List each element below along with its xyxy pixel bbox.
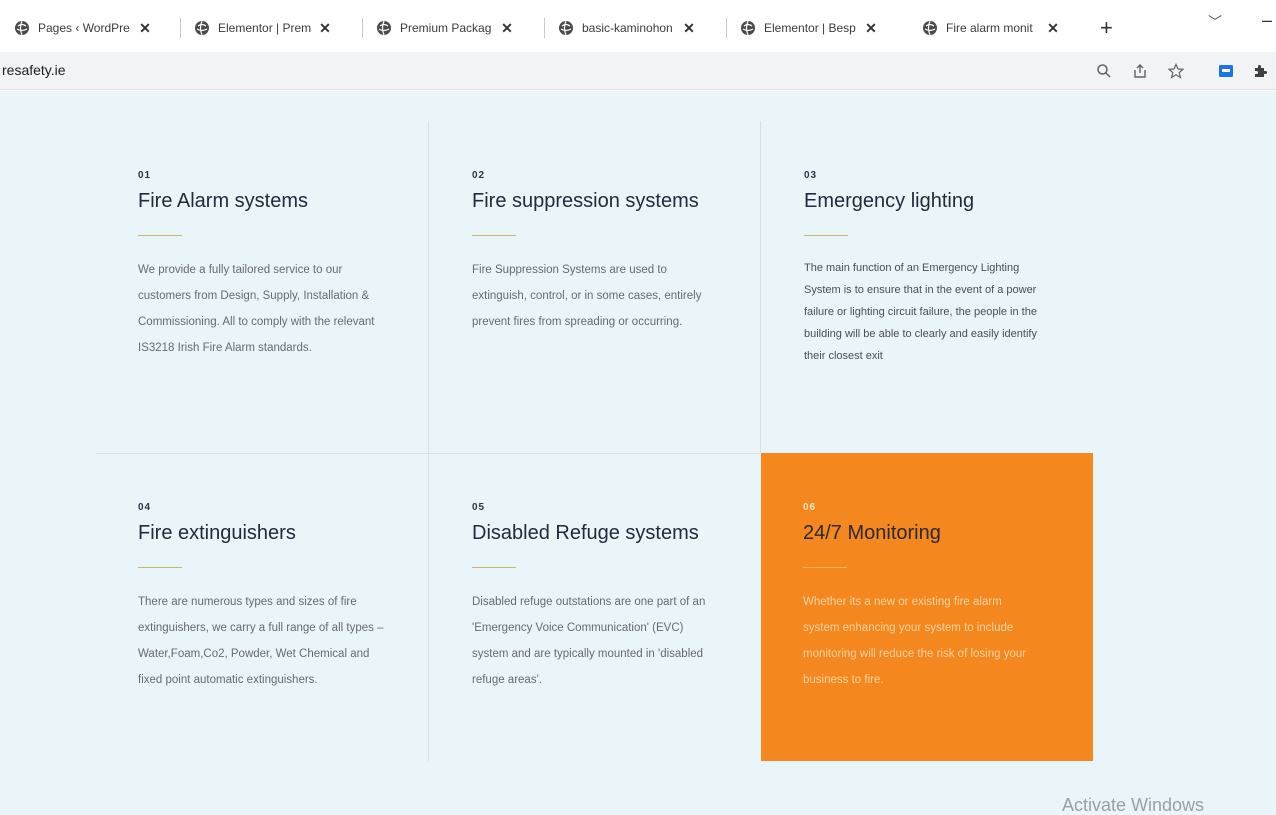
tab-separator bbox=[726, 18, 727, 38]
close-tab-icon[interactable]: ✕ bbox=[1045, 20, 1061, 36]
tab-separator bbox=[180, 18, 181, 38]
tab-strip: Pages ‹ WordPre ✕ Elementor | Prem ✕ Pre… bbox=[0, 0, 1276, 52]
service-description: Disabled refuge outstations are one part… bbox=[472, 596, 706, 686]
services-section: 01 Fire Alarm systems We provide a fully… bbox=[0, 91, 1276, 815]
service-number: 06 bbox=[803, 502, 817, 513]
service-title[interactable]: Disabled Refuge systems bbox=[472, 522, 699, 545]
service-number: 02 bbox=[472, 170, 486, 181]
service-description: The main function of an Emergency Lighti… bbox=[804, 262, 1037, 362]
tab-title: basic-kaminohon bbox=[582, 21, 673, 35]
title-underline bbox=[472, 567, 516, 568]
new-tab-button[interactable]: + bbox=[1100, 14, 1113, 42]
url-field[interactable]: resafety.ie bbox=[2, 62, 66, 78]
browser-tab-3[interactable]: Premium Packag ✕ bbox=[376, 14, 515, 42]
tab-separator bbox=[362, 18, 363, 38]
service-number: 05 bbox=[472, 502, 486, 513]
title-underline bbox=[138, 567, 182, 568]
share-icon[interactable] bbox=[1130, 61, 1150, 81]
service-card-monitoring: 06 24/7 Monitoring Whether its a new or … bbox=[761, 453, 1093, 761]
service-description: We provide a fully tailored service to o… bbox=[138, 264, 375, 354]
activate-windows-watermark: Activate Windows bbox=[1062, 795, 1205, 815]
title-underline bbox=[803, 567, 847, 568]
globe-icon bbox=[559, 20, 573, 36]
address-bar: resafety.ie bbox=[0, 52, 1276, 90]
service-title[interactable]: 24/7 Monitoring bbox=[803, 522, 941, 545]
tab-separator bbox=[544, 18, 545, 38]
service-card-emergency-lighting: 03 Emergency lighting The main function … bbox=[762, 146, 1094, 453]
close-tab-icon[interactable]: ✕ bbox=[317, 20, 333, 36]
tab-title: Elementor | Prem bbox=[218, 21, 312, 35]
service-description: Fire Suppression Systems are used to ext… bbox=[472, 264, 702, 328]
browser-tab-2[interactable]: Elementor | Prem ✕ bbox=[194, 14, 333, 42]
close-tab-icon[interactable]: ✕ bbox=[681, 20, 697, 36]
service-number: 01 bbox=[138, 170, 152, 181]
service-title[interactable]: Fire suppression systems bbox=[472, 190, 699, 213]
service-card-disabled-refuge: 05 Disabled Refuge systems Disabled refu… bbox=[430, 478, 762, 785]
service-description: There are numerous types and sizes of fi… bbox=[138, 596, 384, 686]
service-title[interactable]: Emergency lighting bbox=[804, 190, 974, 213]
browser-tab-active[interactable]: Fire alarm monit ✕ bbox=[912, 14, 1088, 42]
tab-title: Fire alarm monit bbox=[946, 21, 1033, 35]
service-description: Whether its a new or existing fire alarm… bbox=[803, 596, 1027, 686]
service-title[interactable]: Fire Alarm systems bbox=[138, 190, 308, 213]
close-tab-icon[interactable]: ✕ bbox=[863, 20, 879, 36]
title-underline bbox=[472, 235, 516, 236]
service-title[interactable]: Fire extinguishers bbox=[138, 522, 296, 545]
globe-icon bbox=[377, 20, 391, 36]
bookmark-star-icon[interactable] bbox=[1166, 61, 1186, 81]
grid-divider-vertical bbox=[428, 121, 429, 761]
globe-icon bbox=[741, 20, 755, 36]
tab-title: Pages ‹ WordPre bbox=[38, 21, 130, 35]
chevron-down-icon[interactable]: ﹀ bbox=[1208, 12, 1222, 32]
globe-icon bbox=[195, 20, 209, 36]
tab-title: Elementor | Besp bbox=[764, 21, 856, 35]
title-underline bbox=[138, 235, 182, 236]
extension-icon[interactable] bbox=[1216, 61, 1236, 81]
service-card-fire-extinguishers: 04 Fire extinguishers There are numerous… bbox=[96, 478, 428, 785]
globe-icon bbox=[15, 20, 29, 36]
service-card-fire-suppression: 02 Fire suppression systems Fire Suppres… bbox=[430, 146, 762, 453]
puzzle-icon[interactable] bbox=[1250, 61, 1270, 81]
title-underline bbox=[804, 235, 848, 236]
close-tab-icon[interactable]: ✕ bbox=[499, 20, 515, 36]
zoom-icon[interactable] bbox=[1094, 61, 1114, 81]
browser-tab-4[interactable]: basic-kaminohon ✕ bbox=[558, 14, 697, 42]
service-number: 04 bbox=[138, 502, 152, 513]
browser-tab-1[interactable]: Pages ‹ WordPre ✕ bbox=[14, 14, 153, 42]
service-card-fire-alarm: 01 Fire Alarm systems We provide a fully… bbox=[96, 146, 428, 453]
minimize-icon[interactable]: – bbox=[1262, 10, 1272, 31]
tab-title: Premium Packag bbox=[400, 21, 492, 35]
globe-icon bbox=[923, 20, 937, 36]
service-number: 03 bbox=[804, 170, 818, 181]
grid-divider-horizontal bbox=[96, 453, 760, 454]
browser-tab-5[interactable]: Elementor | Besp ✕ bbox=[740, 14, 879, 42]
close-tab-icon[interactable]: ✕ bbox=[137, 20, 153, 36]
